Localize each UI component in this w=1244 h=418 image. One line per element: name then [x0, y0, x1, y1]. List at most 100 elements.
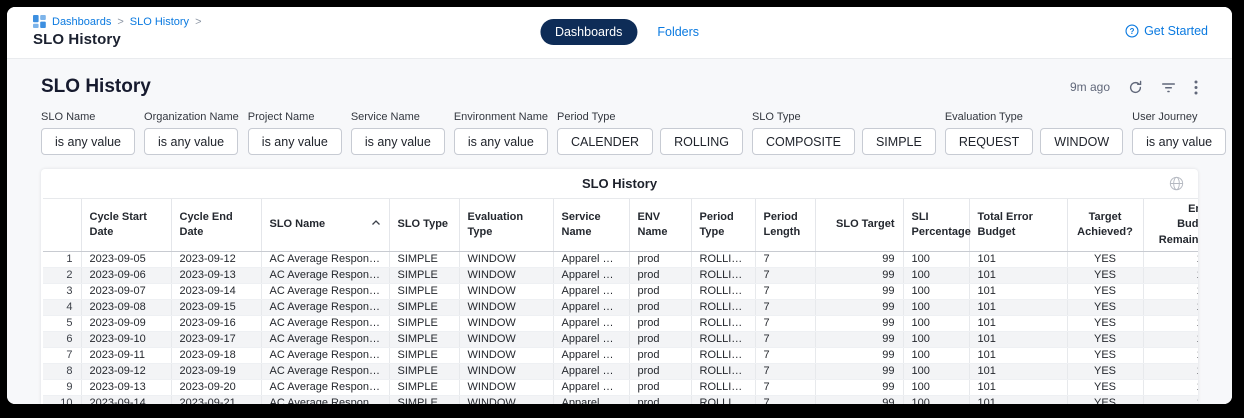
column-header-period-type[interactable]: Period Type	[691, 199, 755, 252]
tab-folders[interactable]: Folders	[657, 25, 699, 39]
cell-cycle-start-date: 2023-09-11	[81, 348, 171, 364]
cell-period-type: ROLLING	[691, 300, 755, 316]
breadcrumb-separator: >	[195, 16, 201, 28]
filter-value-chip[interactable]: is any value	[1132, 128, 1226, 155]
cell-slo-target: 99	[815, 332, 903, 348]
cell-evaluation-type: WINDOW	[459, 268, 553, 284]
cell-target-achieved: YES	[1067, 268, 1143, 284]
filter-value-chip[interactable]: ROLLING	[660, 128, 743, 155]
column-header-slo-name[interactable]: SLO Name	[261, 199, 389, 252]
cell-evaluation-type: WINDOW	[459, 380, 553, 396]
cell-total-error-budget: 101	[969, 396, 1067, 404]
cell-target-achieved: YES	[1067, 332, 1143, 348]
cell-service-name: Apparel Catal...	[553, 364, 629, 380]
filter-value-chip[interactable]: is any value	[454, 128, 548, 155]
column-header-env-name[interactable]: ENV Name	[629, 199, 691, 252]
cell-target-achieved: YES	[1067, 364, 1143, 380]
column-header-slo-type[interactable]: SLO Type	[389, 199, 459, 252]
filter-value-chip[interactable]: CALENDER	[557, 128, 653, 155]
cell-sli-percentage: 100	[903, 380, 969, 396]
filter-value-chip[interactable]: REQUEST	[945, 128, 1033, 155]
column-header-evaluation-type[interactable]: Evaluation Type	[459, 199, 553, 252]
table-row[interactable]: 42023-09-082023-09-15AC Average Response…	[43, 300, 1198, 316]
cell-evaluation-type: WINDOW	[459, 252, 553, 268]
row-number-cell: 6	[43, 332, 81, 348]
cell-slo-target: 99	[815, 364, 903, 380]
cell-error-budget-remaining: 101	[1143, 316, 1198, 332]
slo-history-tile: SLO History Cycle Start DateCycle End Da…	[41, 169, 1198, 404]
column-header-target-achieved[interactable]: Target Achieved?	[1067, 199, 1143, 252]
filter-icon[interactable]	[1161, 81, 1176, 94]
column-header-service-name[interactable]: Service Name	[553, 199, 629, 252]
cell-target-achieved: YES	[1067, 300, 1143, 316]
cell-slo-type: SIMPLE	[389, 284, 459, 300]
more-menu-icon[interactable]	[1194, 80, 1198, 95]
cell-period-length: 7	[755, 252, 815, 268]
filter-value-chip[interactable]: WINDOW	[1040, 128, 1123, 155]
cell-error-budget-remaining: 101	[1143, 300, 1198, 316]
cell-slo-type: SIMPLE	[389, 348, 459, 364]
table-row[interactable]: 102023-09-142023-09-21AC Average Respons…	[43, 396, 1198, 404]
cell-sli-percentage: 100	[903, 252, 969, 268]
cell-service-name: Apparel Catal...	[553, 380, 629, 396]
cell-period-type: ROLLING	[691, 252, 755, 268]
breadcrumb-item-dashboards[interactable]: Dashboards	[52, 16, 111, 28]
filter-label: Service Name	[351, 111, 445, 123]
cell-slo-name: AC Average Response Time	[261, 316, 389, 332]
cell-error-budget-remaining: 101	[1143, 396, 1198, 404]
last-refreshed: 9m ago	[1070, 80, 1110, 94]
tab-dashboards[interactable]: Dashboards	[540, 19, 637, 45]
cell-env-name: prod	[629, 252, 691, 268]
cell-slo-target: 99	[815, 268, 903, 284]
app-window: Dashboards > SLO History > SLO History D…	[7, 7, 1232, 404]
filter-service-name: Service Name is any value	[351, 111, 445, 155]
column-header-period-length[interactable]: Period Length	[755, 199, 815, 252]
breadcrumb-item-slo-history[interactable]: SLO History	[130, 16, 189, 28]
table-row[interactable]: 82023-09-122023-09-19AC Average Response…	[43, 364, 1198, 380]
dashboard-content: SLO History 9m ago	[7, 59, 1232, 404]
filter-label: SLO Type	[752, 111, 936, 123]
cell-sli-percentage: 100	[903, 268, 969, 284]
cell-total-error-budget: 101	[969, 252, 1067, 268]
table-row[interactable]: 32023-09-072023-09-14AC Average Response…	[43, 284, 1198, 300]
filter-label: User Journey	[1132, 111, 1226, 123]
column-header-slo-target[interactable]: SLO Target	[815, 199, 903, 252]
filter-value-chip[interactable]: COMPOSITE	[752, 128, 855, 155]
filter-value-chip[interactable]: is any value	[351, 128, 445, 155]
table-row[interactable]: 92023-09-132023-09-20AC Average Response…	[43, 380, 1198, 396]
filter-value-chip[interactable]: is any value	[144, 128, 238, 155]
cell-target-achieved: YES	[1067, 348, 1143, 364]
column-header-col[interactable]	[43, 199, 81, 252]
table-row[interactable]: 12023-09-052023-09-12AC Average Response…	[43, 252, 1198, 268]
cell-slo-target: 99	[815, 348, 903, 364]
filter-value-chip[interactable]: is any value	[248, 128, 342, 155]
globe-icon[interactable]	[1169, 176, 1184, 196]
filter-value-chip[interactable]: SIMPLE	[862, 128, 936, 155]
section-title: SLO History	[41, 76, 151, 98]
cell-target-achieved: YES	[1067, 380, 1143, 396]
cell-slo-name: AC Average Response Time	[261, 284, 389, 300]
table-row[interactable]: 52023-09-092023-09-16AC Average Response…	[43, 316, 1198, 332]
column-header-sli-percentage[interactable]: SLI Percentage	[903, 199, 969, 252]
cell-evaluation-type: WINDOW	[459, 284, 553, 300]
filter-value-chip[interactable]: is any value	[41, 128, 135, 155]
refresh-icon[interactable]	[1128, 80, 1143, 95]
cell-cycle-end-date: 2023-09-14	[171, 284, 261, 300]
cell-total-error-budget: 101	[969, 316, 1067, 332]
cell-slo-name: AC Average Response Time	[261, 252, 389, 268]
cell-evaluation-type: WINDOW	[459, 348, 553, 364]
column-header-cycle-start-date[interactable]: Cycle Start Date	[81, 199, 171, 252]
cell-slo-type: SIMPLE	[389, 268, 459, 284]
cell-env-name: prod	[629, 348, 691, 364]
cell-cycle-start-date: 2023-09-13	[81, 380, 171, 396]
column-header-cycle-end-date[interactable]: Cycle End Date	[171, 199, 261, 252]
table-row[interactable]: 72023-09-112023-09-18AC Average Response…	[43, 348, 1198, 364]
table-row[interactable]: 62023-09-102023-09-17AC Average Response…	[43, 332, 1198, 348]
column-header-total-error-budget[interactable]: Total Error Budget	[969, 199, 1067, 252]
cell-error-budget-remaining: 101	[1143, 332, 1198, 348]
cell-period-type: ROLLING	[691, 380, 755, 396]
table-header-row: Cycle Start DateCycle End DateSLO NameSL…	[43, 199, 1198, 252]
table-row[interactable]: 22023-09-062023-09-13AC Average Response…	[43, 268, 1198, 284]
get-started-link[interactable]: ? Get Started	[1125, 24, 1208, 38]
column-header-error-budget-remaining[interactable]: Error Budget Remaining	[1143, 199, 1198, 252]
